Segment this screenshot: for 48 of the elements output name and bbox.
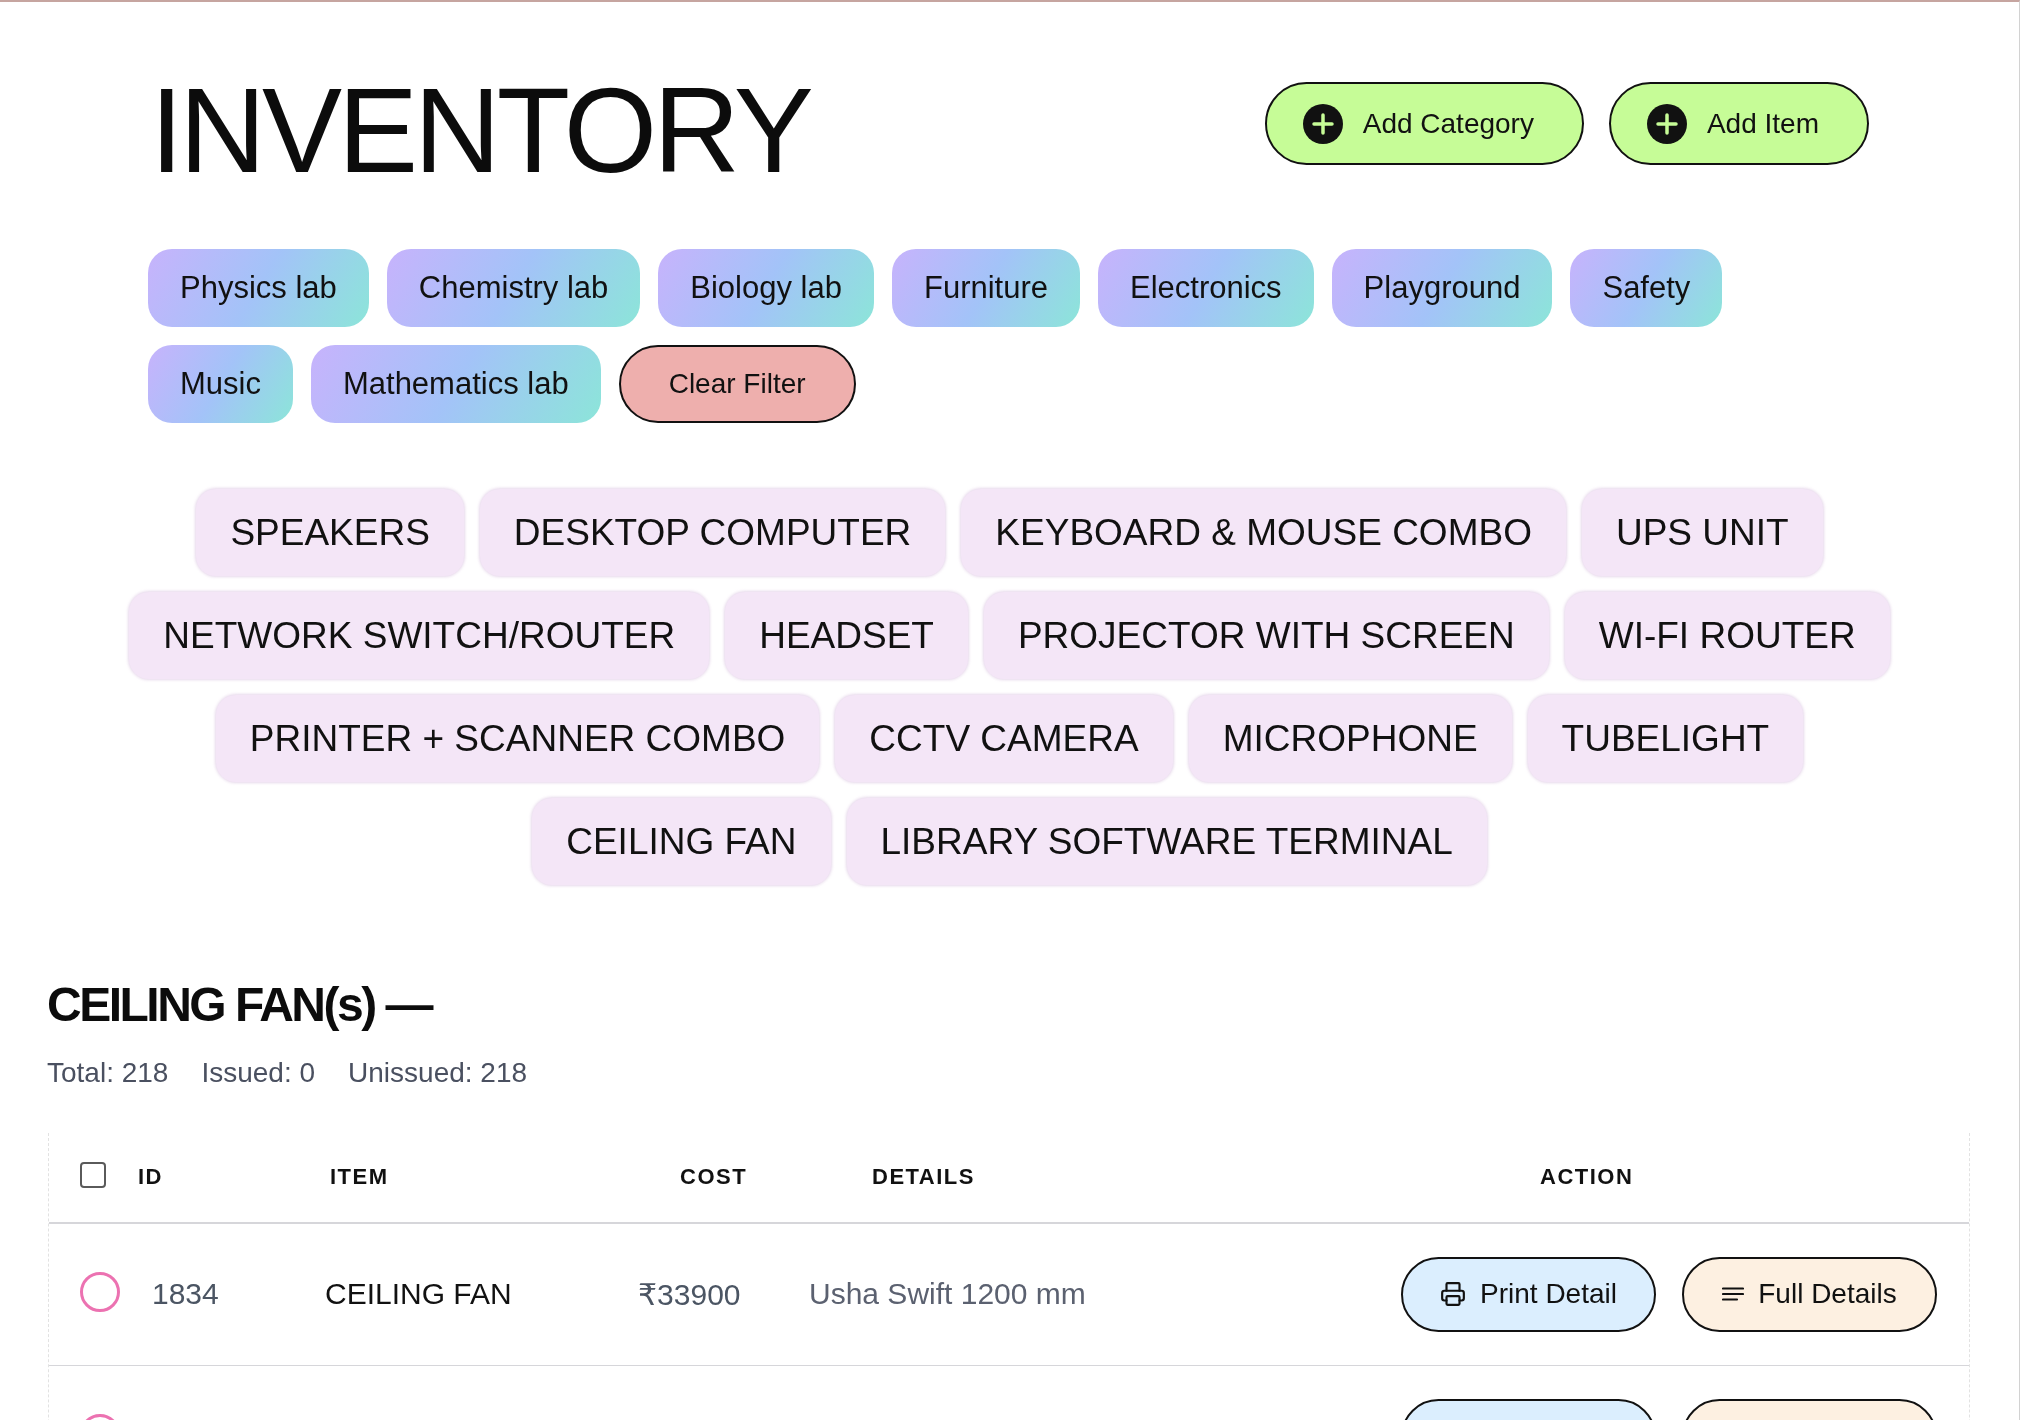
- stat-text: Total: 218: [47, 1055, 169, 1090]
- table-cell: Usha Swift 1200 mm: [809, 1277, 1086, 1311]
- category-chip[interactable]: Electronics: [1098, 249, 1314, 327]
- select-all-checkbox[interactable]: [80, 1162, 106, 1189]
- column-header: COST: [680, 1164, 748, 1190]
- column-header: DETAILS: [872, 1164, 975, 1190]
- category-chip[interactable]: Physics lab: [148, 249, 369, 327]
- table-cell: CEILING FAN: [325, 1277, 512, 1311]
- add-button[interactable]: Add Category: [1264, 82, 1584, 165]
- category-chip[interactable]: Chemistry lab: [386, 249, 641, 327]
- section-heading: CEILING FAN(s) —: [47, 977, 431, 1033]
- plus-icon: [1302, 103, 1343, 144]
- print-button[interactable]: Print Detail: [1401, 1257, 1656, 1332]
- page-title: INVENTORY: [150, 70, 810, 190]
- plus-icon: [1646, 103, 1687, 144]
- column-header: ID: [138, 1164, 163, 1190]
- item-chip[interactable]: HEADSET: [725, 592, 968, 679]
- item-chip[interactable]: WI-FI ROUTER: [1564, 592, 1890, 679]
- category-chip[interactable]: Playground: [1331, 249, 1553, 327]
- table-cell: 1834: [152, 1277, 219, 1311]
- item-chip[interactable]: CCTV CAMERA: [835, 695, 1173, 782]
- item-chip[interactable]: KEYBOARD & MOUSE COMBO: [961, 489, 1566, 576]
- item-chip[interactable]: MICROPHONE: [1188, 695, 1512, 782]
- column-header: ITEM: [330, 1164, 389, 1190]
- item-chip[interactable]: SPEAKERS: [196, 489, 464, 576]
- clear-filter-button[interactable]: Clear Filter: [618, 345, 856, 423]
- category-chip[interactable]: Safety: [1570, 249, 1723, 327]
- table-cell: ₹33900: [638, 1278, 741, 1311]
- category-chip[interactable]: Music: [148, 345, 293, 423]
- add-button[interactable]: Add Item: [1608, 82, 1869, 165]
- item-chip[interactable]: NETWORK SWITCH/ROUTER: [129, 592, 710, 679]
- item-chip[interactable]: CEILING FAN: [532, 798, 831, 885]
- category-chip[interactable]: Furniture: [891, 249, 1080, 327]
- lines-icon: [1722, 1287, 1745, 1302]
- category-chip[interactable]: Biology lab: [658, 249, 874, 327]
- printer-icon: [1440, 1281, 1467, 1308]
- item-chip[interactable]: PRINTER + SCANNER COMBO: [215, 695, 820, 782]
- row-radio[interactable]: [80, 1272, 120, 1313]
- stat-text: Unissued: 218: [348, 1055, 528, 1090]
- item-chip[interactable]: DESKTOP COMPUTER: [479, 489, 946, 576]
- item-chip[interactable]: TUBELIGHT: [1527, 695, 1804, 782]
- details-button[interactable]: Full Details: [1682, 1257, 1937, 1332]
- item-chip[interactable]: UPS UNIT: [1581, 489, 1823, 576]
- category-chip[interactable]: Mathematics lab: [310, 345, 601, 423]
- column-header: ACTION: [1540, 1164, 1634, 1190]
- item-chip[interactable]: PROJECTOR WITH SCREEN: [983, 592, 1549, 679]
- stat-text: Issued: 0: [201, 1055, 316, 1090]
- item-chip[interactable]: LIBRARY SOFTWARE TERMINAL: [846, 798, 1487, 885]
